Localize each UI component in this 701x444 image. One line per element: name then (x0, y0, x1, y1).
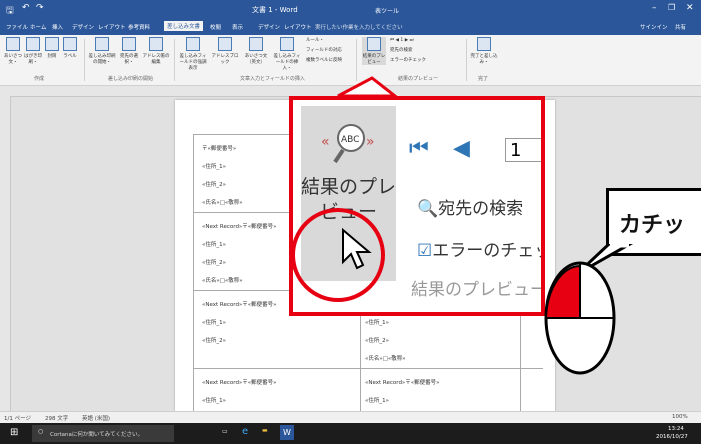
check-errors-button[interactable]: ☑エラーのチェック (417, 236, 541, 261)
zoomed-preview-group: « ABC » 結果のプレビュー ⏮ ◀ 1 🔍宛先の検索 ☑エラーのチェック … (289, 96, 545, 316)
record-number-input[interactable]: 1 (505, 138, 541, 162)
search-icon: 🔍 (417, 199, 439, 219)
previous-record-icon[interactable]: ◀ (453, 136, 470, 161)
click-sound-text: カチッ (619, 213, 686, 238)
preview-group-label: 結果のプレビュー (411, 280, 545, 300)
mouse-cursor-icon (342, 228, 372, 270)
svg-text:ABC: ABC (341, 135, 359, 145)
svg-text:«: « (321, 134, 330, 150)
check-document-icon: ☑ (417, 241, 433, 261)
abc-preview-icon: « ABC » (321, 124, 375, 164)
first-record-icon[interactable]: ⏮ (409, 136, 429, 161)
svg-text:»: » (366, 134, 375, 150)
record-navigation: ⏮ ◀ 1 (409, 134, 541, 164)
find-recipient-button[interactable]: 🔍宛先の検索 (417, 194, 523, 219)
mouse-left-click-icon (544, 261, 616, 375)
callout-pointer-shape (337, 76, 400, 98)
